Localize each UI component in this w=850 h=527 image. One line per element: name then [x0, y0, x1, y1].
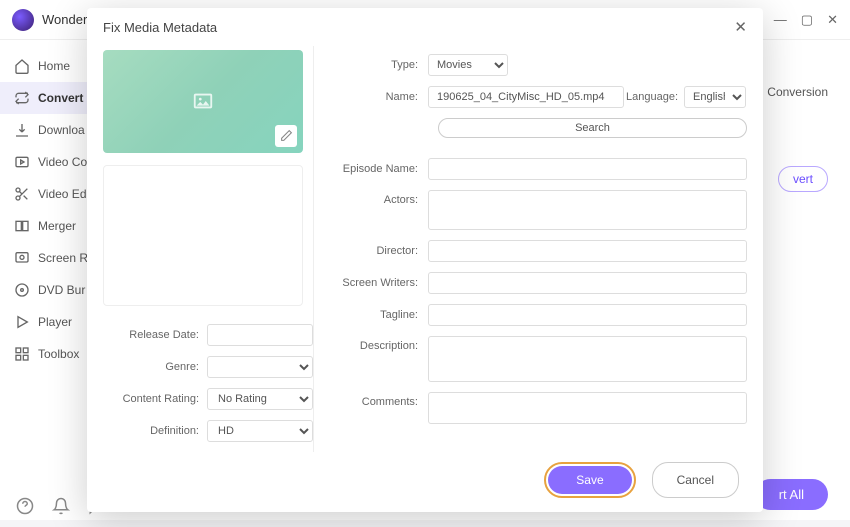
screen-writers-input[interactable]: [428, 272, 747, 294]
disc-icon: [14, 282, 30, 298]
content-rating-select[interactable]: No Rating: [207, 388, 313, 410]
tagline-label: Tagline:: [338, 309, 428, 321]
left-metadata-fields: Release Date: Genre: Content Rating: No …: [103, 324, 313, 452]
start-all-button[interactable]: rt All: [755, 479, 828, 510]
home-icon: [14, 58, 30, 74]
close-window-button[interactable]: ✕: [827, 12, 838, 28]
description-label: Description:: [338, 336, 428, 352]
save-button[interactable]: Save: [548, 466, 631, 494]
type-label: Type:: [338, 59, 428, 71]
sidebar-item-label: Home: [38, 59, 70, 73]
sidebar-item-label: Screen R: [38, 251, 88, 265]
modal-right-column: Type: Movies Name: Language: English Sea…: [313, 46, 747, 452]
content-rating-label: Content Rating:: [103, 393, 207, 405]
edit-icon: [280, 129, 293, 142]
sidebar-item-label: Player: [38, 315, 72, 329]
cancel-button[interactable]: Cancel: [652, 462, 739, 498]
definition-select[interactable]: HD: [207, 420, 313, 442]
genre-label: Genre:: [103, 361, 207, 373]
modal-footer: Save Cancel: [87, 452, 763, 512]
sidebar-item-label: Video Co: [38, 155, 87, 169]
window-controls: — ▢ ✕: [774, 12, 838, 28]
language-select[interactable]: English: [684, 86, 746, 108]
director-label: Director:: [338, 245, 428, 257]
language-label: Language:: [624, 91, 684, 103]
sidebar-item-label: Merger: [38, 219, 76, 233]
cover-thumbnail: [103, 50, 303, 153]
maximize-button[interactable]: ▢: [801, 12, 813, 28]
download-icon: [14, 122, 30, 138]
convert-chip[interactable]: vert: [778, 166, 828, 192]
modal-header: Fix Media Metadata ✕: [87, 8, 763, 46]
save-button-highlight: Save: [544, 462, 635, 498]
modal-title: Fix Media Metadata: [103, 20, 217, 35]
modal-close-button[interactable]: ✕: [734, 18, 747, 36]
release-date-label: Release Date:: [103, 329, 207, 341]
help-icon[interactable]: [16, 497, 34, 515]
sidebar-item-label: Convert: [38, 91, 83, 105]
conversion-tab[interactable]: Conversion: [767, 85, 828, 99]
episode-name-label: Episode Name:: [338, 163, 428, 175]
director-input[interactable]: [428, 240, 747, 262]
preview-placeholder: [103, 165, 303, 306]
search-button[interactable]: Search: [438, 118, 747, 138]
image-placeholder-icon: [189, 90, 217, 112]
screen-writers-label: Screen Writers:: [338, 277, 428, 289]
modal-body: Release Date: Genre: Content Rating: No …: [87, 46, 763, 452]
actors-input[interactable]: [428, 190, 747, 230]
sidebar-item-label: Downloa: [38, 123, 85, 137]
comments-input[interactable]: [428, 392, 747, 424]
modal-left-column: Release Date: Genre: Content Rating: No …: [103, 46, 313, 452]
app-logo: [12, 9, 34, 31]
description-input[interactable]: [428, 336, 747, 382]
genre-select[interactable]: [207, 356, 313, 378]
edit-cover-button[interactable]: [275, 125, 297, 147]
grid-icon: [14, 346, 30, 362]
fix-metadata-modal: Fix Media Metadata ✕ Release Date: Genre…: [87, 8, 763, 512]
bell-icon[interactable]: [52, 497, 70, 515]
type-select[interactable]: Movies: [428, 54, 508, 76]
play-icon: [14, 314, 30, 330]
name-label: Name:: [338, 91, 428, 103]
release-date-input[interactable]: [207, 324, 313, 346]
sidebar-item-label: Video Ed: [38, 187, 87, 201]
sidebar-item-label: Toolbox: [38, 347, 79, 361]
actors-label: Actors:: [338, 190, 428, 206]
convert-icon: [14, 90, 30, 106]
episode-name-input[interactable]: [428, 158, 747, 180]
tagline-input[interactable]: [428, 304, 747, 326]
scissors-icon: [14, 186, 30, 202]
compress-icon: [14, 154, 30, 170]
record-icon: [14, 250, 30, 266]
comments-label: Comments:: [338, 392, 428, 408]
definition-label: Definition:: [103, 425, 207, 437]
name-input[interactable]: [428, 86, 624, 108]
app-title: Wonder: [42, 12, 87, 27]
merge-icon: [14, 218, 30, 234]
minimize-button[interactable]: —: [774, 12, 787, 28]
sidebar-item-label: DVD Bur: [38, 283, 85, 297]
